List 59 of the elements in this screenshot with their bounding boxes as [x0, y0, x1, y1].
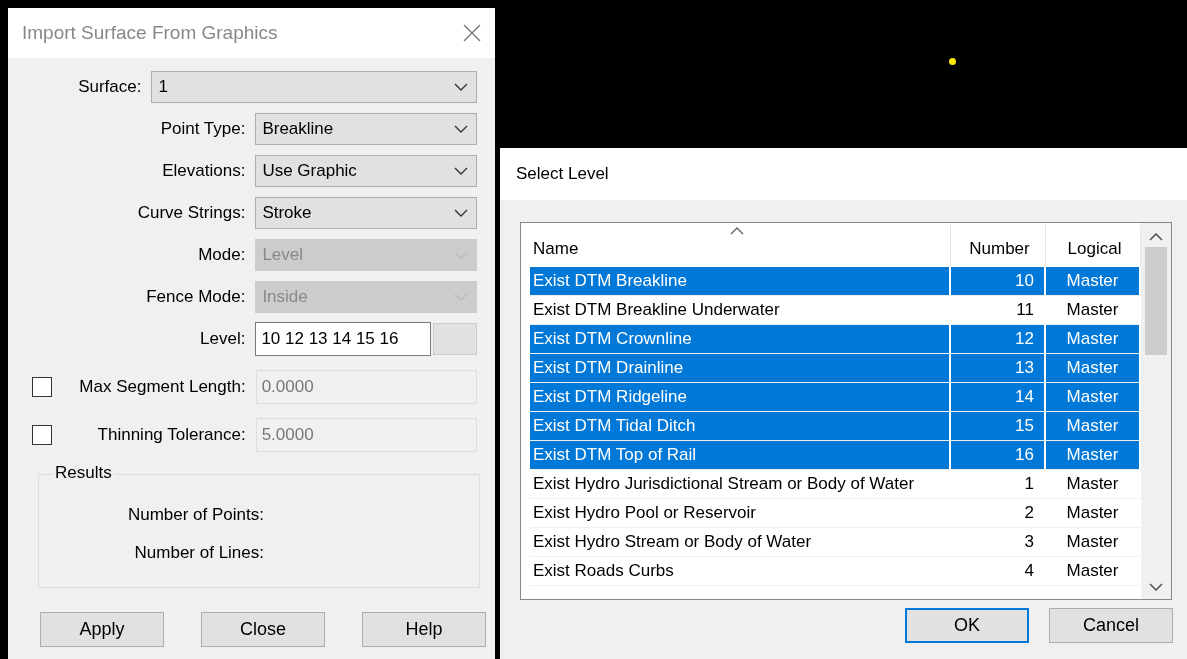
- list-row[interactable]: Exist Hydro Jurisdictional Stream or Body of Water 1 Master: [530, 470, 1141, 499]
- list-row[interactable]: Exist DTM Breakline 10 Master: [530, 267, 1141, 296]
- dropdown[interactable]: Breakline: [255, 113, 477, 145]
- dialog-button[interactable]: Apply: [40, 612, 164, 647]
- table-cell: 2: [951, 499, 1046, 527]
- input-field[interactable]: 0.0000: [255, 370, 477, 404]
- table-cell: Exist DTM Breakline: [530, 267, 951, 295]
- scroll-down-icon[interactable]: [1149, 583, 1163, 591]
- table-cell: 16: [951, 441, 1046, 469]
- dialog-button[interactable]: Help: [362, 612, 486, 647]
- close-icon[interactable]: [463, 24, 481, 42]
- checkbox[interactable]: [32, 425, 52, 445]
- list-row[interactable]: Exist DTM Crownline 12 Master: [530, 325, 1141, 354]
- column-header[interactable]: Name: [533, 239, 579, 259]
- window-title: Import Surface From Graphics: [22, 22, 278, 44]
- table-cell: 3: [951, 528, 1046, 556]
- list-row[interactable]: Exist DTM Ridgeline 14 Master: [530, 383, 1141, 412]
- column-header[interactable]: Logical: [1067, 239, 1122, 259]
- input-field[interactable]: 5.0000: [255, 418, 477, 452]
- dropdown[interactable]: 1: [151, 71, 477, 103]
- window-title: Select Level: [516, 164, 609, 184]
- checkbox[interactable]: [32, 377, 52, 397]
- input-field[interactable]: 10 12 13 14 15 16: [255, 322, 432, 356]
- field-label: Thinning Tolerance:: [96, 425, 247, 445]
- field-label: Mode:: [197, 245, 247, 265]
- field-label: Surface:: [77, 77, 143, 97]
- field-label: Level:: [199, 329, 247, 349]
- field-label: Elevations:: [161, 161, 247, 181]
- table-cell: Exist Hydro Pool or Reservoir: [530, 499, 951, 527]
- field-label: Curve Strings:: [136, 203, 247, 223]
- table-cell: 4: [951, 557, 1046, 585]
- sort-caret-icon: [730, 227, 744, 235]
- scrollbar[interactable]: [1141, 223, 1171, 599]
- table-cell: Exist Roads Curbs: [530, 557, 951, 585]
- point-marker: [949, 58, 956, 65]
- table-cell: Exist DTM Top of Rail: [530, 441, 951, 469]
- dialog-button[interactable]: Close: [201, 612, 325, 647]
- list-row[interactable]: Exist DTM Drainline 13 Master: [530, 354, 1141, 383]
- result-label: Number of Points:: [126, 505, 264, 525]
- list-row[interactable]: Exist DTM Top of Rail 16 Master: [530, 441, 1141, 470]
- list-row[interactable]: Exist Hydro Stream or Body of Water 3 Master: [530, 528, 1141, 557]
- list-row[interactable]: Exist Hydro Pool or Reservoir 2 Master: [530, 499, 1141, 528]
- table-cell: Exist Hydro Stream or Body of Water: [530, 528, 951, 556]
- field-label: Point Type:: [159, 119, 247, 139]
- field-label: Max Segment Length:: [78, 377, 247, 397]
- list-row[interactable]: Exist DTM Tidal Ditch 15 Master: [530, 412, 1141, 441]
- dialog-button[interactable]: OK: [905, 608, 1029, 643]
- dialog-button[interactable]: Cancel: [1049, 608, 1173, 643]
- table-cell: Exist Hydro Jurisdictional Stream or Body of Water: [530, 470, 951, 498]
- dropdown[interactable]: Use Graphic: [255, 155, 477, 187]
- list-row[interactable]: Exist Roads Curbs 4 Master: [530, 557, 1141, 586]
- table-cell: 10: [951, 267, 1046, 295]
- result-label: Number of Lines:: [133, 543, 264, 563]
- scroll-thumb[interactable]: [1145, 247, 1167, 355]
- table-cell: 1: [951, 470, 1046, 498]
- scroll-up-icon[interactable]: [1149, 233, 1163, 241]
- dropdown[interactable]: Stroke: [255, 197, 477, 229]
- field-label: Fence Mode:: [145, 287, 247, 307]
- column-header[interactable]: Number: [969, 239, 1030, 259]
